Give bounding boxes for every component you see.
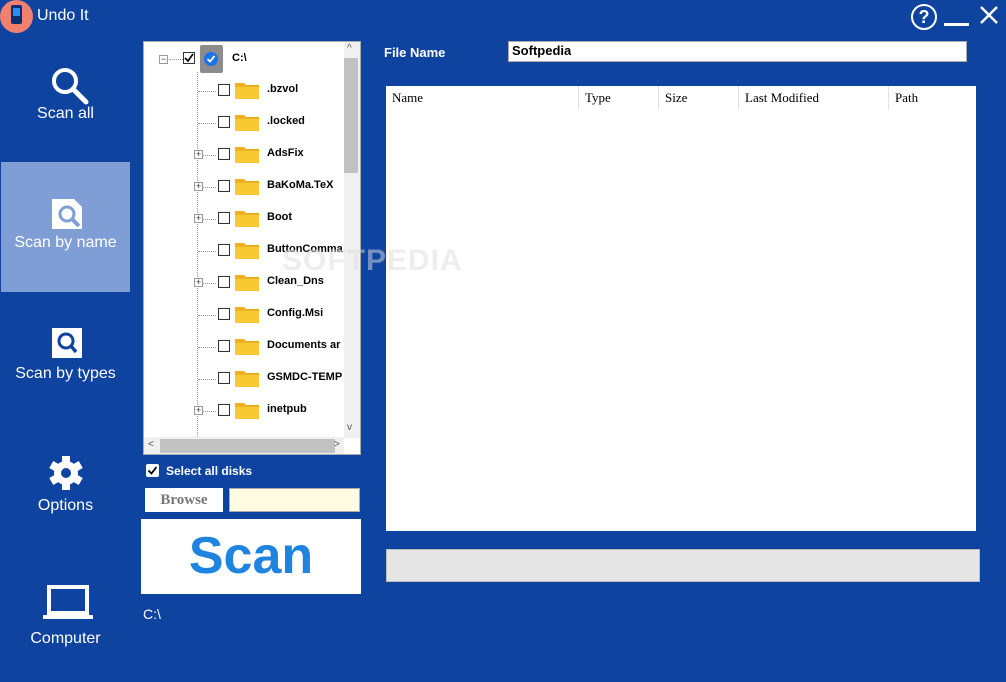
folder-icon [234, 112, 260, 132]
app-title: Undo It [37, 7, 89, 24]
column-header-last-modified[interactable]: Last Modified [739, 86, 889, 110]
scroll-left-icon[interactable]: < [148, 439, 154, 450]
tree-item[interactable]: + inetpub [144, 394, 344, 426]
collapse-icon[interactable]: − [159, 55, 168, 64]
nav-label: Scan by name [14, 234, 117, 251]
file-name-input[interactable]: Softpedia [508, 41, 967, 62]
tree-item-label: BaKoMa.TeX [267, 179, 334, 191]
watermark: SOFTPEDIA [282, 244, 463, 277]
tree-root-label: C:\ [232, 52, 247, 64]
tree-item[interactable]: Config.Msi [144, 298, 344, 330]
laptop-icon [43, 585, 93, 619]
tree-item[interactable]: + Boot [144, 202, 344, 234]
expand-icon[interactable]: + [194, 182, 203, 191]
tree-item-label: Boot [267, 211, 293, 223]
tree-scroll-thumb[interactable] [344, 58, 358, 173]
nav-label: Scan all [37, 105, 94, 122]
folder-icon [234, 208, 260, 228]
column-header-name[interactable]: Name [386, 86, 579, 110]
close-button[interactable] [978, 4, 1000, 26]
search-doc-icon [52, 328, 82, 358]
nav-computer[interactable]: Computer [1, 552, 130, 682]
scroll-right-icon[interactable]: > [334, 439, 340, 450]
tree-item[interactable]: + BaKoMa.TeX [144, 170, 344, 202]
file-name-label: File Name [384, 45, 446, 60]
root-checkbox[interactable] [183, 52, 195, 64]
nav-options[interactable]: Options [1, 422, 130, 552]
column-header-size[interactable]: Size [659, 86, 739, 110]
tree-item[interactable]: GSMDC-TEMP [144, 362, 344, 394]
browse-button[interactable]: Browse [145, 488, 223, 512]
tree-root[interactable]: − C:\ [144, 42, 344, 74]
folder-icon [234, 368, 260, 388]
tree-item-label: Documents ar [267, 339, 341, 351]
tree-item-checkbox[interactable] [218, 116, 230, 128]
tree-item[interactable]: + AdsFix [144, 138, 344, 170]
scroll-up-icon[interactable]: ^ [347, 43, 352, 54]
expand-icon[interactable]: + [194, 150, 203, 159]
scan-button[interactable]: Scan [141, 519, 361, 594]
minimize-button[interactable] [944, 23, 969, 26]
scroll-down-icon[interactable]: v [347, 422, 352, 433]
column-header-type[interactable]: Type [579, 86, 659, 110]
tree-item-checkbox[interactable] [218, 148, 230, 160]
folder-icon [234, 240, 260, 260]
tree-item-label: GSMDC-TEMP [267, 371, 343, 383]
tree-item-checkbox[interactable] [218, 212, 230, 224]
folder-icon [234, 144, 260, 164]
folder-icon [234, 176, 260, 196]
expand-icon[interactable]: + [194, 278, 203, 287]
nav-label: Computer [30, 630, 101, 647]
tree-item-label: inetpub [267, 403, 307, 415]
tree-item-checkbox[interactable] [218, 340, 230, 352]
folder-icon [234, 272, 260, 292]
folder-icon [234, 80, 260, 100]
scan-progress-bar [386, 549, 980, 582]
tree-item-label: .bzvol [267, 83, 299, 95]
tree-item-label: Config.Msi [267, 307, 324, 319]
tree-item[interactable]: .locked [144, 106, 344, 138]
help-button[interactable]: ? [911, 4, 937, 30]
folder-icon [234, 336, 260, 356]
tree-item[interactable]: .bzvol [144, 74, 344, 106]
tree-item-checkbox[interactable] [218, 276, 230, 288]
browse-path-input[interactable] [229, 488, 360, 512]
gear-icon [49, 456, 83, 490]
tree-item-checkbox[interactable] [218, 308, 230, 320]
expand-icon[interactable]: + [194, 214, 203, 223]
nav-label: Scan by types [15, 365, 116, 382]
folder-icon [234, 304, 260, 324]
tree-item-label: AdsFix [267, 147, 304, 159]
current-path-label: C:\ [143, 606, 161, 622]
results-table[interactable]: Name Type Size Last Modified Path [386, 86, 976, 531]
nav-scan-by-types[interactable]: Scan by types [1, 292, 130, 422]
column-header-path[interactable]: Path [889, 86, 976, 110]
nav-scan-by-name[interactable]: Scan by name [1, 162, 130, 292]
select-all-disks-checkbox[interactable] [146, 464, 159, 477]
nav-label: Options [37, 497, 94, 514]
select-all-disks-label[interactable]: Select all disks [166, 464, 252, 478]
app-logo [0, 0, 33, 33]
magnifier-icon [52, 68, 89, 105]
tree-item-checkbox[interactable] [218, 84, 230, 96]
tree-hscroll-thumb[interactable] [160, 439, 335, 453]
nav-scan-all[interactable]: Scan all [1, 33, 130, 163]
folder-icon [234, 400, 260, 420]
tree-item[interactable]: Documents ar [144, 330, 344, 362]
tree-item-label: .locked [267, 115, 305, 127]
file-search-icon [52, 199, 82, 229]
drive-icon [200, 45, 223, 73]
tree-item-checkbox[interactable] [218, 404, 230, 416]
tree-item-checkbox[interactable] [218, 372, 230, 384]
expand-icon[interactable]: + [194, 406, 203, 415]
tree-item-checkbox[interactable] [218, 244, 230, 256]
tree-item-checkbox[interactable] [218, 180, 230, 192]
